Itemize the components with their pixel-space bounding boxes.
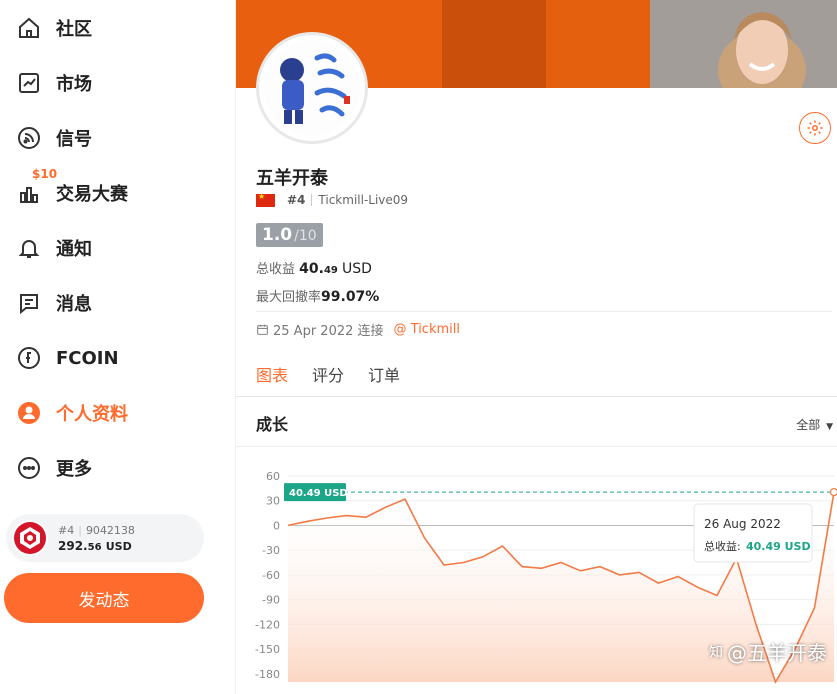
max-drawdown-label: 最大回撤率 — [256, 290, 322, 305]
bar-chart-icon — [16, 180, 42, 206]
broker-logo-icon — [12, 520, 48, 556]
avatar-artwork-icon — [264, 40, 360, 136]
score-max: /10 — [294, 228, 317, 244]
post-button[interactable]: 发动态 — [4, 573, 204, 623]
tooltip-date: 26 Aug 2022 — [704, 517, 781, 531]
sidebar-item-market[interactable]: 市场 — [16, 63, 92, 103]
sidebar-item-signal[interactable]: 信号 — [16, 118, 92, 158]
section-title: 成长 — [256, 415, 289, 434]
prize-badge: $10 — [32, 167, 58, 181]
y-tick-label: -180 — [255, 668, 280, 681]
fcoin-icon — [16, 345, 42, 371]
sidebar: 社区 市场 信号 $10 交易大赛 通知 消息 FCOIN 个人资料 更多 #4… — [0, 0, 235, 694]
sidebar-item-messages[interactable]: 消息 — [16, 283, 92, 323]
banner-photo — [650, 0, 837, 88]
gear-icon — [807, 120, 823, 136]
section-header — [236, 397, 837, 447]
y-tick-label: -90 — [262, 594, 280, 607]
broker-link[interactable]: @ Tickmill — [394, 322, 460, 337]
max-drawdown-value: 99.07% — [321, 289, 380, 305]
message-icon — [16, 290, 42, 316]
total-profit: 总收益 40.49 USD — [256, 258, 372, 277]
watermark: 知 @五羊开泰 — [709, 637, 827, 666]
y-tick-label: -60 — [262, 569, 280, 582]
bell-icon — [16, 235, 42, 261]
profile-meta: #4 Tickmill-Live09 — [256, 192, 409, 207]
zhihu-icon: 知 — [709, 644, 723, 661]
chart-line-icon — [16, 70, 42, 96]
sidebar-item-profile[interactable]: 个人资料 — [16, 393, 128, 433]
watermark-text: @五羊开泰 — [727, 641, 827, 665]
sidebar-item-label: 信号 — [56, 129, 92, 150]
total-profit-currency: USD — [342, 261, 372, 277]
y-tick-label: -150 — [255, 643, 280, 656]
profile-tabs: 图表 评分 订单 — [256, 362, 424, 400]
settings-button[interactable] — [799, 112, 831, 144]
main-panel: 五羊开泰 #4 Tickmill-Live09 1.0 /10 总收益 40.4… — [235, 0, 837, 694]
y-tick-label: 30 — [266, 495, 280, 508]
connected-date: 25 Apr 2022 连接 — [273, 324, 384, 339]
divider — [311, 194, 313, 206]
divider — [256, 311, 832, 312]
calendar-icon — [257, 324, 268, 335]
tab-chart[interactable]: 图表 — [256, 362, 289, 400]
sidebar-item-notifications[interactable]: 通知 — [16, 228, 92, 268]
account-rank: #4 — [58, 523, 75, 537]
user-icon — [16, 400, 42, 426]
tab-orders[interactable]: 订单 — [368, 362, 400, 400]
china-flag-icon — [256, 192, 275, 207]
more-icon — [16, 455, 42, 481]
y-tick-label: -120 — [255, 618, 280, 631]
account-balance-dec: 56 — [87, 541, 102, 553]
current-value-label: 40.49 USD — [289, 488, 348, 499]
woman-photo-icon — [650, 0, 837, 88]
tab-rating[interactable]: 评分 — [312, 362, 344, 400]
chart-end-point — [829, 487, 837, 497]
sidebar-item-label: 个人资料 — [56, 404, 128, 425]
sidebar-item-label: 社区 — [56, 19, 92, 40]
score-value: 1.0 — [262, 225, 293, 245]
profile-account: Tickmill-Live09 — [318, 193, 409, 207]
y-tick-label: 0 — [273, 519, 280, 532]
chart-tooltip: 26 Aug 2022 总收益: 40.49 USD — [693, 503, 813, 563]
max-drawdown: 最大回撤率99.07% — [256, 286, 379, 305]
sidebar-item-label: 市场 — [56, 74, 92, 95]
profile-rank: #4 — [287, 193, 306, 207]
sidebar-item-fcoin[interactable]: FCOIN — [16, 338, 119, 378]
sidebar-item-community[interactable]: 社区 — [16, 8, 92, 48]
signal-icon — [16, 125, 42, 151]
tooltip-value: 40.49 USD — [746, 540, 811, 553]
banner-tile — [546, 0, 650, 88]
y-tick-label: 60 — [266, 470, 280, 483]
range-select[interactable]: 全部 ▼ — [796, 416, 833, 433]
sidebar-item-label: 交易大赛 — [56, 184, 128, 205]
profile-avatar[interactable] — [256, 32, 368, 144]
total-profit-int: 40. — [299, 261, 324, 277]
profile-name: 五羊开泰 — [256, 168, 328, 189]
sidebar-item-contest[interactable]: $10 交易大赛 — [16, 167, 128, 213]
sidebar-item-label: 通知 — [56, 239, 92, 260]
sidebar-item-label: FCOIN — [56, 347, 119, 369]
sidebar-item-label: 消息 — [56, 294, 92, 315]
account-id: 9042138 — [85, 523, 135, 537]
y-tick-label: -30 — [262, 544, 280, 557]
total-profit-dec: 49 — [323, 265, 338, 276]
banner-tile — [442, 0, 546, 88]
account-currency: USD — [105, 539, 132, 553]
tooltip-label: 总收益: — [704, 539, 741, 553]
score-badge: 1.0 /10 — [256, 223, 323, 247]
range-select-value: 全部 — [796, 418, 821, 432]
total-profit-label: 总收益 — [256, 262, 296, 277]
current-value-tag: 40.49 USD — [284, 483, 348, 502]
account-balance-int: 292. — [58, 538, 88, 553]
account-card[interactable]: #4 | 9042138 292.56 USD — [6, 514, 204, 562]
home-icon — [16, 15, 42, 41]
sidebar-item-more[interactable]: 更多 — [16, 448, 92, 488]
connected-info: 25 Apr 2022 连接 @ Tickmill — [256, 320, 460, 339]
sidebar-item-label: 更多 — [56, 459, 92, 480]
caret-down-icon: ▼ — [826, 422, 833, 432]
